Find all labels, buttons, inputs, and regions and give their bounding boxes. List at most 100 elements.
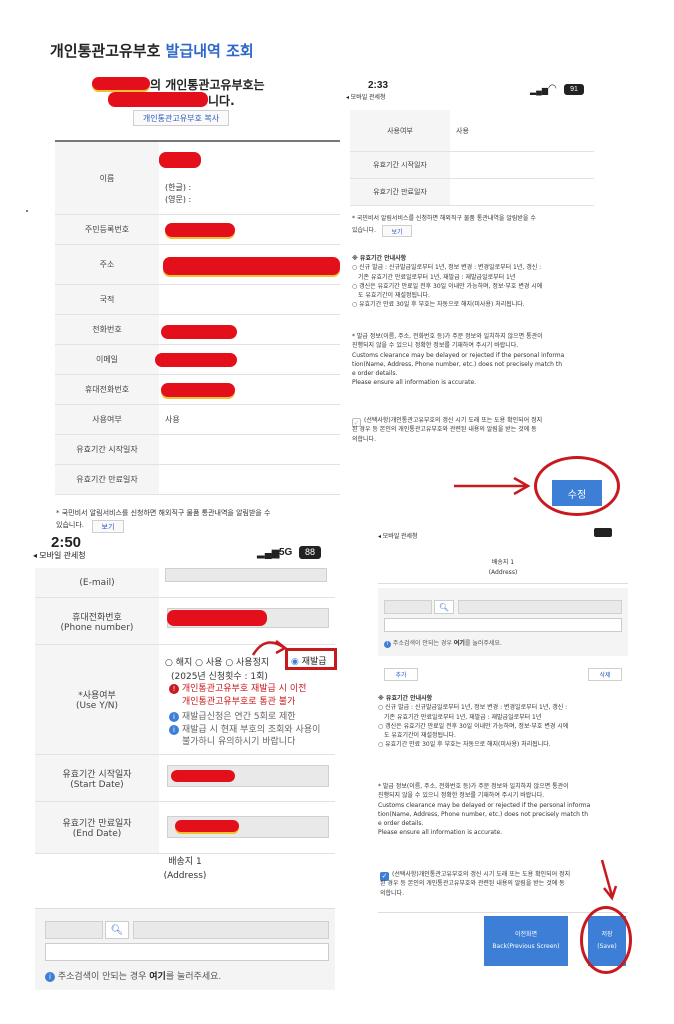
exclamation-icon: ! bbox=[169, 684, 179, 694]
detail-address-input-d[interactable] bbox=[384, 618, 622, 632]
search-icon: 🔍︎ bbox=[110, 924, 124, 936]
warn-line-3: Customs clearance may be delayed or reje… bbox=[352, 351, 565, 359]
warning-red-2: 개인통관고유부호로 통관 불가 bbox=[182, 696, 296, 707]
reissue-count: (2025년 신청횟수 : 1회) bbox=[171, 672, 268, 682]
row-mobile-c: 휴대전화번호 (Phone number) bbox=[35, 598, 335, 645]
label-rrn: 주민등록번호 bbox=[55, 215, 159, 244]
mobile-label-kr: 휴대전화번호 bbox=[72, 612, 122, 623]
search-icon-d: 🔍︎ bbox=[438, 602, 450, 612]
address-header-d: 배송지 1 (Address) bbox=[378, 550, 628, 584]
result-sentence-2: 니다. bbox=[208, 94, 235, 108]
back-button-label: 이전화면 bbox=[514, 931, 538, 938]
addr-label-d: 배송지 1 bbox=[491, 559, 515, 566]
addr-hint-link-d[interactable]: 여기 bbox=[454, 640, 465, 647]
info-line-1-wrap: i 재발급신청은 연간 5회로 제한 bbox=[169, 711, 320, 724]
redaction-email bbox=[155, 353, 237, 367]
label-start-c: 유효기간 시작일자 (Start Date) bbox=[35, 755, 159, 801]
warn-line-5-d: e order details. bbox=[378, 820, 424, 828]
row-valid-start: 유효기간 시작일자 bbox=[55, 435, 340, 465]
addr-hint-d: i 주소검색이 안되는 경우 여기를 눌러주세요. bbox=[384, 638, 502, 648]
info-line-1: 재발급신청은 연간 5회로 제한 bbox=[181, 712, 296, 722]
addr-label-en-c: (Address) bbox=[163, 870, 207, 881]
label-email: 이메일 bbox=[55, 345, 159, 374]
radio-use-label: 사용 bbox=[205, 658, 223, 668]
status-time: 2:33 bbox=[368, 80, 389, 91]
guide-line-1b: 기존 유효기간 만료일로부터 1년, 재발급 : 재발급일로부터 1년 bbox=[358, 273, 516, 281]
consent-text: (선택사항)개인통관고유부호의 갱신 시기 도래 또는 도용 확인되어 정지 된… bbox=[352, 416, 600, 444]
consent-line-1: (선택사항)개인통관고유부호의 갱신 시기 도래 또는 도용 확인되어 정지 bbox=[364, 417, 543, 424]
guide-line-1b-d: 기존 유효기간 만료일로부터 1년, 재발급 : 재발급일로부터 1년 bbox=[384, 713, 542, 721]
status-bar-d: ◂ 모바일 관세청 bbox=[372, 528, 634, 546]
search-button-c[interactable]: 🔍︎ bbox=[105, 921, 129, 939]
highlight-box-reissue bbox=[285, 648, 337, 670]
radio-suspend-label: 사용정지 bbox=[236, 658, 270, 668]
address-input-d[interactable] bbox=[458, 600, 622, 614]
status-back-label: ◂ 모바일 관세청 bbox=[346, 95, 386, 101]
addr-hint-link-c[interactable]: 여기 bbox=[149, 972, 166, 982]
warn-line-4-d: tion(Name, Address, Phone number, etc.) … bbox=[378, 810, 588, 818]
redaction-mobile bbox=[161, 383, 235, 397]
end-label-kr: 유효기간 만료일자 bbox=[62, 819, 132, 829]
row-rrn: 주민등록번호 bbox=[55, 215, 340, 245]
stray-dot bbox=[26, 210, 28, 212]
delete-address-button[interactable]: 삭제 bbox=[588, 668, 622, 681]
search-button-d[interactable]: 🔍︎ bbox=[434, 600, 454, 614]
name-korean: (한글) : bbox=[165, 183, 192, 192]
highlight-circle-save bbox=[580, 906, 632, 974]
back-button[interactable]: 이전화면 Back(Previous Screen) bbox=[484, 916, 568, 966]
arrow-annotation bbox=[452, 476, 532, 496]
label-mobile-c: 휴대전화번호 (Phone number) bbox=[35, 598, 159, 644]
address-box-d: 🔍︎ i 주소검색이 안되는 경우 여기를 눌러주세요. bbox=[378, 588, 628, 656]
down-arrow-annotation bbox=[596, 858, 620, 902]
addr-label-en-d: (Address) bbox=[488, 568, 518, 576]
postcode-input-c[interactable] bbox=[45, 921, 103, 939]
guide-line-3: ○ 유효기간 만료 30일 후 부호는 자동으로 해지(미사용) 처리됩니다. bbox=[352, 301, 525, 309]
row-end-c: 유효기간 만료일자 (End Date) bbox=[35, 802, 335, 854]
info-table-b: 사용여부 사용 유효기간 시작일자 유효기간 만료일자 bbox=[350, 110, 594, 206]
warning-red-1: 개인통관고유부호 재발급 시 이전 bbox=[181, 684, 307, 694]
signal-icon-c: ▂▄▆ bbox=[257, 548, 280, 559]
label-use: 사용여부 bbox=[55, 405, 159, 434]
result-sentence-1: 의 개인통관고유부호는 bbox=[150, 78, 265, 92]
page-title-main: 개인통관고유부호 bbox=[50, 42, 161, 60]
info-line-2-wrap: i 재발급 시 현재 부호의 조회와 사용이 bbox=[169, 724, 320, 737]
view-button[interactable]: 보기 bbox=[92, 520, 124, 533]
page-title: 개인통관고유부호 발급내역 조회 bbox=[50, 40, 254, 61]
address-input-c[interactable] bbox=[133, 921, 329, 939]
info-icon: i bbox=[169, 712, 179, 722]
validity-guide: ※ 유효기간 안내사항 ○ 신규 발급 : 신규발급일로부터 1년, 정보 변경… bbox=[352, 254, 602, 310]
guide-title-d: ※ 유효기간 안내사항 bbox=[378, 695, 433, 702]
label-start-b: 유효기간 시작일자 bbox=[350, 152, 450, 178]
detail-address-input-c[interactable] bbox=[45, 943, 329, 961]
battery-icon: 91 bbox=[564, 84, 584, 95]
accuracy-warning: * 발급 정보(이름, 주소, 전화번호 등)가 주문 정보와 일치하지 않으면… bbox=[352, 332, 602, 388]
radio-use[interactable]: ○ 사용 bbox=[195, 658, 222, 668]
row-start-c: 유효기간 시작일자 (Start Date) bbox=[35, 755, 335, 802]
highlight-circle-edit bbox=[534, 456, 620, 516]
view-button-b[interactable]: 보기 bbox=[382, 225, 412, 237]
addr-hint-post-c: 를 눌러주세요. bbox=[165, 972, 222, 982]
redaction-phone bbox=[161, 325, 237, 339]
postcode-input-d[interactable] bbox=[384, 600, 432, 614]
notice-text-b-2: 있습니다. bbox=[352, 227, 376, 234]
radio-cancel[interactable]: ○ 해지 bbox=[165, 658, 192, 668]
status-back-label-c: ◂ 모바일 관세청 bbox=[33, 551, 86, 560]
email-input[interactable] bbox=[165, 568, 327, 582]
addr-label-c: 배송지 1 bbox=[168, 857, 202, 867]
redaction-name-field bbox=[159, 152, 201, 168]
row-address: 주소 bbox=[55, 245, 340, 285]
curved-arrow-annotation bbox=[249, 635, 289, 659]
battery-icon-c: 88 bbox=[299, 546, 321, 559]
addr-hint-c: i 주소검색이 안되는 경우 여기를 눌러주세요. bbox=[45, 969, 221, 982]
row-start-b: 유효기간 시작일자 bbox=[350, 152, 594, 179]
notice-text-2: 있습니다. bbox=[56, 521, 84, 529]
copy-code-button[interactable]: 개인통관고유부호 복사 bbox=[133, 110, 229, 126]
add-address-button[interactable]: 추가 bbox=[384, 668, 418, 681]
info-reissue: i 재발급신청은 연간 5회로 제한 i 재발급 시 현재 부호의 조회와 사용… bbox=[169, 711, 320, 749]
radio-suspend[interactable]: ○ 사용정지 bbox=[225, 658, 269, 668]
label-use-c: *사용여부 (Use Y/N) bbox=[35, 645, 159, 754]
label-end-c: 유효기간 만료일자 (End Date) bbox=[35, 802, 159, 853]
panel-reissue-form: 2:50 ◂ 모바일 관세청 ▂▄▆ 5G 88 (E-mail) 휴대전화번호… bbox=[25, 534, 345, 1008]
row-email: 이메일 bbox=[55, 345, 340, 375]
guide-line-2: ○ 갱신은 유효기간 만료일 전후 30일 이내만 가능하며, 정보·부호 변경… bbox=[352, 282, 543, 290]
